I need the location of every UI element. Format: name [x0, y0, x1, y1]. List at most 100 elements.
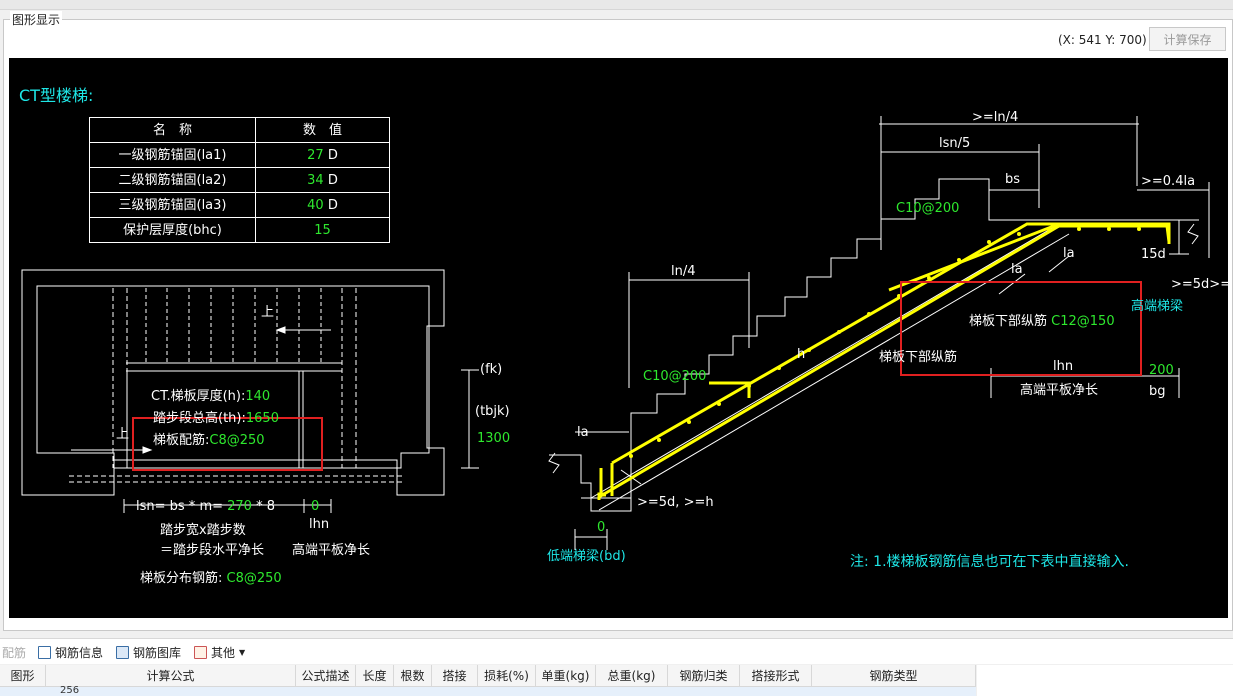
step-count: * 8: [256, 499, 276, 514]
col-header[interactable]: 公式描述: [296, 665, 356, 687]
table-header-name: 名 称: [89, 117, 256, 143]
la-label: la: [577, 425, 589, 440]
dim-5d-h-right: >=5d>=h: [1171, 277, 1228, 292]
table-cell-name: 一级钢筋锚固(la1): [89, 142, 256, 168]
drawing-canvas[interactable]: CT型楼梯: 名 称 数 值 一级钢筋锚固(la1) 27 D 二级钢筋锚固(l…: [9, 58, 1228, 618]
lhn-label: lhn: [1053, 359, 1074, 374]
table-cell-name: 三级钢筋锚固(la3): [89, 192, 256, 218]
dim-bs: bs: [1005, 172, 1021, 187]
col-header[interactable]: 单重(kg): [536, 665, 596, 687]
note-text: 注: 1.楼梯板钢筋信息也可在下表中直接输入.: [850, 554, 1129, 570]
table-row: 一级钢筋锚固(la1) 27 D: [89, 142, 390, 168]
bs-value[interactable]: 270: [227, 499, 252, 514]
tbjk-value[interactable]: 1300: [477, 432, 510, 445]
cursor-coordinate: (X: 541 Y: 700): [1058, 33, 1147, 47]
high-beam-label: 高端梯梁: [1131, 299, 1184, 314]
dim-ln4: >=ln/4: [972, 110, 1019, 125]
rebar-info-label: 钢筋信息: [55, 646, 104, 660]
bottom-toolbar: 配筋 钢筋信息 钢筋图库 其他 ▼: [0, 638, 1233, 664]
lhn-label: lhn: [309, 517, 330, 532]
up-arrow-label: 上: [116, 427, 130, 442]
dim-lsn5: lsn/5: [939, 136, 971, 151]
top-stirrup-value[interactable]: C10@200: [896, 202, 959, 215]
anchorage-table: 名 称 数 值 一级钢筋锚固(la1) 27 D 二级钢筋锚固(la2) 34 …: [89, 117, 390, 243]
chevron-down-icon: ▼: [239, 648, 246, 657]
dim-ln4-low: ln/4: [671, 264, 696, 279]
col-header[interactable]: 长度: [356, 665, 394, 687]
col-header[interactable]: 总重(kg): [596, 665, 668, 687]
bg-label: bg: [1149, 384, 1166, 399]
low-end-value[interactable]: 0: [597, 521, 605, 534]
table-cell-unit: D: [323, 147, 338, 163]
row-partial-value: 256: [60, 685, 80, 696]
height-label: 踏步段总高(th):: [153, 411, 246, 426]
rebar-config-button[interactable]: 配筋: [2, 644, 26, 661]
table-cell-name: 二级钢筋锚固(la2): [89, 167, 256, 193]
table-row: 三级钢筋锚固(la3) 40 D: [89, 192, 390, 218]
table-cell-value[interactable]: 34: [307, 173, 324, 188]
other-label: 其他: [211, 646, 236, 660]
lsn-formula: lsn= bs * m=: [136, 499, 223, 514]
thickness-label: CT.梯板厚度(h):: [151, 389, 246, 404]
tbjk-label: (tbjk): [475, 404, 510, 419]
table-cell-value[interactable]: 27: [307, 148, 324, 163]
table-cell-name: 保护层厚度(bhc): [89, 217, 256, 243]
table-cell-unit: D: [323, 197, 338, 213]
col-header[interactable]: 损耗(%): [478, 665, 536, 687]
distribution-bar-label: 梯板分布钢筋:: [140, 571, 223, 586]
thickness-value[interactable]: 140: [245, 389, 270, 404]
rebar-library-label: 钢筋图库: [133, 646, 182, 660]
bg-value[interactable]: 200: [1149, 364, 1174, 377]
table-row: 保护层厚度(bhc) 15: [89, 217, 390, 243]
high-end-length-value[interactable]: 0: [311, 500, 319, 513]
col-header[interactable]: 根数: [394, 665, 432, 687]
step-desc-1: 踏步宽x踏步数: [160, 523, 246, 538]
col-header[interactable]: 图形: [0, 665, 46, 687]
distribution-bar-value[interactable]: C8@250: [227, 571, 282, 586]
la-label: la: [1063, 246, 1075, 261]
col-header[interactable]: 搭接: [432, 665, 478, 687]
table-cell-unit: D: [323, 172, 338, 188]
high-end-length-label: 高端平板净长: [1020, 383, 1099, 398]
drawing-title: CT型楼梯:: [19, 86, 94, 105]
group-title: 图形显示: [10, 11, 63, 28]
table-row: 二级钢筋锚固(la2) 34 D: [89, 167, 390, 193]
rebar-grid-header: 图形 计算公式 公式描述 长度 根数 搭接 损耗(%) 单重(kg) 总重(kg…: [0, 665, 976, 687]
col-header[interactable]: 钢筋归类: [668, 665, 740, 687]
calculate-save-button[interactable]: 计算保存: [1149, 27, 1226, 51]
table-cell-value[interactable]: 15: [314, 223, 331, 238]
document-icon: [38, 646, 51, 659]
la-label: la: [1011, 262, 1023, 277]
col-header[interactable]: 搭接形式: [740, 665, 812, 687]
low-beam-label: 低端梯梁(bd): [547, 549, 626, 564]
window-top-strip: [0, 0, 1233, 10]
thickness-h-label: h: [797, 347, 806, 362]
col-header[interactable]: 计算公式: [46, 665, 296, 687]
dim-15d: 15d: [1141, 247, 1166, 262]
rebar-config-label: 配筋: [2, 646, 27, 660]
other-menu-button[interactable]: 其他 ▼: [194, 644, 245, 661]
other-icon: [194, 646, 207, 659]
step-desc-2: ＝踏步段水平净长: [160, 543, 265, 558]
bottom-bar-label: 梯板下部纵筋: [969, 314, 1048, 329]
col-header[interactable]: 钢筋类型: [812, 665, 976, 687]
high-end-length-label: 高端平板净长: [292, 543, 371, 558]
bottom-stirrup-value[interactable]: C10@200: [643, 370, 706, 383]
dim-5d-h-left: >=5d, >=h: [637, 495, 714, 510]
fk-label: (fk): [480, 362, 503, 377]
table-header-value: 数 值: [255, 117, 390, 143]
right-blank-pane: [977, 665, 1233, 696]
rebar-value[interactable]: C8@250: [209, 433, 264, 448]
table-row[interactable]: 256: [0, 685, 976, 696]
table-header-row: 名 称 数 值: [89, 117, 390, 143]
bottom-bar-value[interactable]: C12@150: [1051, 314, 1114, 329]
rebar-label: 梯板配筋:: [153, 433, 210, 448]
up-arrow-label: 上: [261, 305, 275, 320]
library-icon: [116, 646, 129, 659]
table-cell-value[interactable]: 40: [307, 198, 324, 213]
rebar-library-button[interactable]: 钢筋图库: [116, 644, 181, 661]
height-value[interactable]: 1650: [246, 411, 279, 426]
rebar-info-button[interactable]: 钢筋信息: [38, 644, 103, 661]
dim-04la: >=0.4la: [1141, 174, 1196, 189]
highlight-boxes: [132, 281, 1142, 471]
